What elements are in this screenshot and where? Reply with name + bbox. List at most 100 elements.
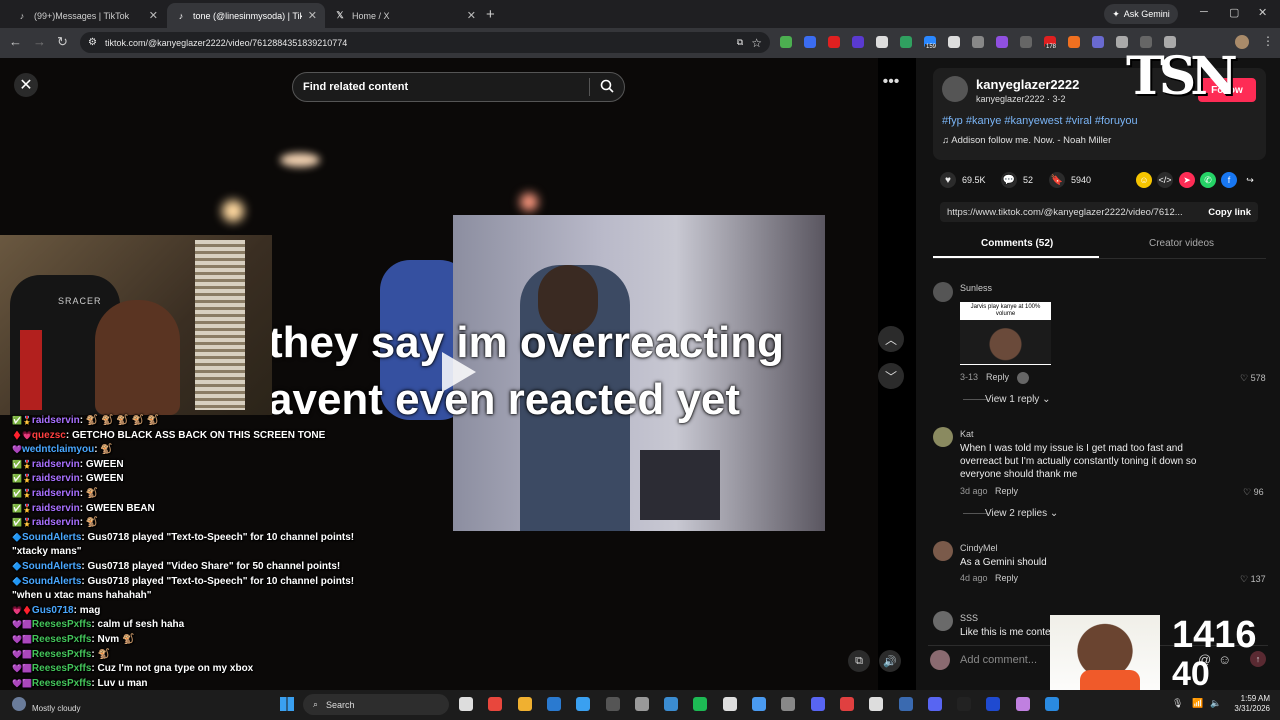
comment-author[interactable]: CindyMel xyxy=(960,543,998,553)
comment-author[interactable]: Kat xyxy=(960,429,974,439)
chat-username[interactable]: wedntclaimyou xyxy=(22,444,94,455)
comment-avatar[interactable] xyxy=(933,427,953,447)
chat-username[interactable]: SoundAlerts xyxy=(22,561,81,572)
floating-player-icon[interactable]: ⧉ xyxy=(848,650,870,672)
extension-icon[interactable] xyxy=(852,36,864,48)
chat-username[interactable]: raidservin xyxy=(32,415,80,426)
chat-username[interactable]: ReesesPxffs xyxy=(32,678,91,689)
comment-avatar[interactable] xyxy=(933,541,953,561)
extension-icon[interactable] xyxy=(828,36,840,48)
taskbar-app-icon[interactable] xyxy=(898,697,913,711)
extension-icon[interactable] xyxy=(804,36,816,48)
close-video-button[interactable]: ✕ xyxy=(14,73,38,97)
comment-reply-button[interactable]: Reply xyxy=(995,573,1018,583)
comment-avatar[interactable] xyxy=(933,282,953,302)
comment-like[interactable]: ♡ 578 xyxy=(1240,373,1266,384)
extension-icon[interactable] xyxy=(948,36,960,48)
taskbar-app-icon[interactable] xyxy=(927,697,942,711)
taskbar-app-icon[interactable] xyxy=(459,697,473,711)
music-row[interactable]: ♫ Addison follow me. Now. - Noah Miller xyxy=(942,135,1111,146)
find-related-search[interactable]: Find related content xyxy=(292,72,625,102)
comment-reply-button[interactable]: Reply xyxy=(986,372,1009,382)
comment-author[interactable]: SSS xyxy=(960,613,978,623)
taskbar-search[interactable]: ⌕ Search xyxy=(303,694,449,715)
browser-tab[interactable]: ♪ (99+)Messages | TikTok ✕ xyxy=(8,3,166,28)
share-arrow-icon[interactable]: ↪ xyxy=(1242,172,1258,188)
chat-username[interactable]: ReesesPxffs xyxy=(32,649,91,660)
video-link[interactable]: https://www.tiktok.com/@kanyeglazer2222/… xyxy=(947,207,1200,218)
browser-menu-icon[interactable]: ⋮ xyxy=(1262,34,1274,48)
reload-icon[interactable]: ↻ xyxy=(57,34,68,50)
taskbar-app-icon[interactable] xyxy=(781,697,796,711)
send-icon[interactable]: ➤ xyxy=(1179,172,1195,188)
volume-icon[interactable]: 🔊 xyxy=(879,650,901,672)
search-icon[interactable] xyxy=(600,79,614,96)
extension-icon[interactable] xyxy=(900,36,912,48)
extension-icon[interactable] xyxy=(876,36,888,48)
whatsapp-icon[interactable]: ✆ xyxy=(1200,172,1216,188)
extension-icon[interactable] xyxy=(1068,36,1080,48)
save-stat[interactable]: 🔖 5940 xyxy=(1049,172,1091,188)
chat-username[interactable]: raidservin xyxy=(32,503,80,514)
close-tab-icon[interactable]: ✕ xyxy=(308,9,317,22)
browser-tab[interactable]: ♪ tone (@linesinmysoda) | TikTok ✕ xyxy=(167,3,325,28)
creator-username[interactable]: kanyeglazer2222 xyxy=(976,77,1079,92)
taskbar-app-icon[interactable] xyxy=(1045,697,1059,711)
taskbar-app-icon[interactable] xyxy=(986,697,1001,711)
add-comment-input[interactable]: Add comment... xyxy=(960,654,1037,666)
taskbar-app-icon[interactable] xyxy=(517,697,532,711)
new-tab-button[interactable]: + xyxy=(486,6,495,23)
ask-gemini-button[interactable]: ✦ Ask Gemini xyxy=(1104,4,1178,24)
microphone-icon[interactable]: 🎙 xyxy=(1172,698,1183,709)
back-icon[interactable]: ← xyxy=(9,34,22,49)
taskbar-app-icon[interactable] xyxy=(752,697,766,711)
close-tab-icon[interactable]: ✕ xyxy=(149,9,158,22)
weather-icon[interactable] xyxy=(12,697,26,711)
copy-link-button[interactable]: Copy link xyxy=(1208,207,1251,218)
chat-username[interactable]: raidservin xyxy=(32,459,80,470)
forward-icon[interactable]: → xyxy=(33,34,46,49)
taskbar-app-icon[interactable] xyxy=(488,697,503,711)
creator-avatar[interactable] xyxy=(942,76,968,102)
extension-icon[interactable] xyxy=(996,36,1008,48)
chat-username[interactable]: raidservin xyxy=(32,517,80,528)
taskbar-app-icon[interactable] xyxy=(634,697,649,711)
taskbar-app-icon[interactable] xyxy=(693,697,708,711)
comment-author[interactable]: Sunless xyxy=(960,283,992,293)
facebook-icon[interactable]: f xyxy=(1221,172,1237,188)
chat-username[interactable]: Gus0718 xyxy=(32,605,74,616)
comment-reply-button[interactable]: Reply xyxy=(995,486,1018,496)
chat-username[interactable]: SoundAlerts xyxy=(22,532,81,543)
taskbar-app-icon[interactable] xyxy=(664,697,679,711)
like-stat[interactable]: ♥ 69.5K xyxy=(940,172,986,188)
previous-video-button[interactable]: ︿ xyxy=(878,326,904,352)
extension-icon[interactable] xyxy=(780,36,792,48)
comment-meme-image[interactable]: Jarvis play kanye at 100% volume xyxy=(960,302,1051,365)
start-button[interactable] xyxy=(280,697,294,711)
play-icon[interactable] xyxy=(442,352,476,392)
view-replies-button[interactable]: View 1 reply ⌄ xyxy=(985,394,1050,405)
video-hashtags[interactable]: #fyp #kanye #kanyewest #viral #foruyou xyxy=(942,115,1138,127)
wifi-icon[interactable]: 📶 xyxy=(1192,698,1203,709)
taskbar-app-icon[interactable] xyxy=(546,697,561,711)
taskbar-app-icon[interactable] xyxy=(839,697,854,711)
comment-stat[interactable]: 💬 52 xyxy=(1001,172,1033,188)
chat-username[interactable]: quezsc xyxy=(32,430,66,441)
minimize-button[interactable]: ─ xyxy=(1200,6,1208,18)
chat-username[interactable]: SoundAlerts xyxy=(22,576,81,587)
browser-tab[interactable]: 𝕏 Home / X ✕ xyxy=(326,3,484,28)
profile-avatar[interactable] xyxy=(1235,35,1249,49)
chat-username[interactable]: raidservin xyxy=(32,488,80,499)
next-video-button[interactable]: ﹀ xyxy=(878,363,904,389)
maximize-button[interactable]: ▢ xyxy=(1229,6,1239,19)
taskbar-app-icon[interactable] xyxy=(1015,697,1030,711)
bookmark-star-icon[interactable]: ☆ xyxy=(751,36,762,50)
extension-icon[interactable] xyxy=(1020,36,1032,48)
emoji-share-icon[interactable]: ☺ xyxy=(1136,172,1152,188)
comment-like[interactable]: ♡ 137 xyxy=(1240,574,1266,585)
chat-username[interactable]: ReesesPxffs xyxy=(32,619,91,630)
extension-icon[interactable] xyxy=(972,36,984,48)
site-info-icon[interactable]: ⚙ xyxy=(88,37,97,48)
taskbar-app-icon[interactable] xyxy=(722,697,737,711)
volume-tray-icon[interactable]: 🔈 xyxy=(1210,698,1221,709)
